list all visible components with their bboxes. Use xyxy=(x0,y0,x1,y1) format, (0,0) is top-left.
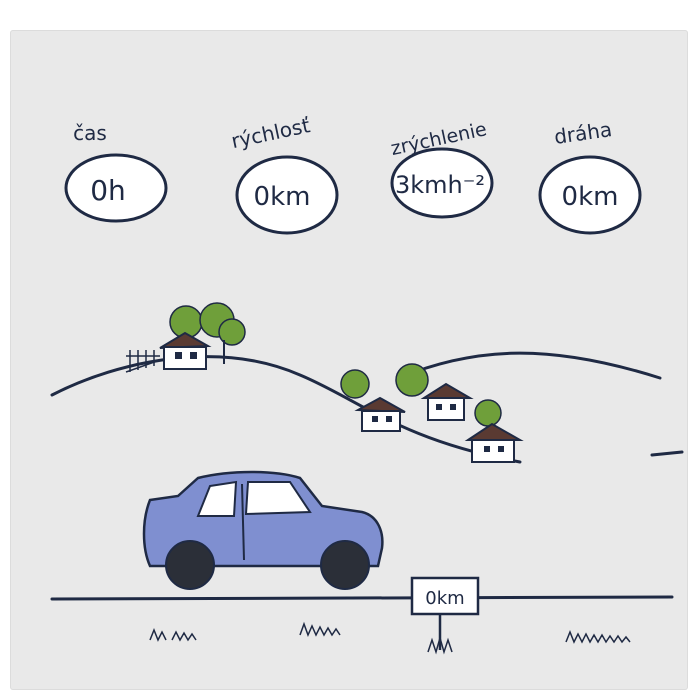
valley-village xyxy=(340,363,524,463)
grass xyxy=(149,621,631,644)
tree-icon xyxy=(474,399,502,427)
gauge-time-value: 0h xyxy=(90,174,126,207)
window xyxy=(484,446,490,452)
gauge-speed-value: 0km xyxy=(254,182,311,212)
tree-icon xyxy=(218,318,246,346)
tree-icon xyxy=(340,369,370,399)
window xyxy=(190,352,197,359)
house-icon xyxy=(427,397,465,421)
window xyxy=(450,404,456,410)
gauge-acceleration-value: 3kmh⁻² xyxy=(395,171,485,199)
grass-tuft xyxy=(149,627,197,642)
gauge-acceleration: zrýchlenie 3kmh⁻² xyxy=(389,118,494,219)
gauge-distance-value: 0km xyxy=(562,182,619,212)
roof xyxy=(159,331,212,349)
window xyxy=(436,404,442,410)
roof xyxy=(464,422,524,441)
sign-value: 0km xyxy=(425,588,464,609)
gauge-time-label: čas xyxy=(73,121,107,145)
window xyxy=(175,352,182,359)
wheel-front xyxy=(165,540,215,590)
car xyxy=(142,470,384,590)
gauge-speed: rýchlosť 0km xyxy=(229,113,339,235)
tree-icon xyxy=(395,363,429,397)
wheel-rear xyxy=(320,540,370,590)
grass-tuft xyxy=(299,621,341,638)
roof xyxy=(420,382,474,399)
road-line xyxy=(50,595,674,601)
grass-tuft xyxy=(565,629,631,644)
roof xyxy=(354,396,406,413)
window xyxy=(498,446,504,452)
window xyxy=(372,416,378,422)
gauge-time: čas 0h xyxy=(64,121,168,223)
gauge-distance-label: dráha xyxy=(553,117,614,149)
gauge-speed-label: rýchlosť xyxy=(229,113,312,153)
distance-sign: 0km xyxy=(410,576,480,655)
house-icon xyxy=(471,439,515,463)
house-icon xyxy=(361,410,401,432)
window xyxy=(386,416,392,422)
gauge-distance: dráha 0km xyxy=(538,117,642,235)
house-icon xyxy=(163,346,207,370)
scene: čas 0h rýchlosť 0km zrýchlenie 3kmh⁻² dr… xyxy=(50,113,684,655)
hill-edge xyxy=(650,450,684,457)
hill-right xyxy=(396,351,662,380)
